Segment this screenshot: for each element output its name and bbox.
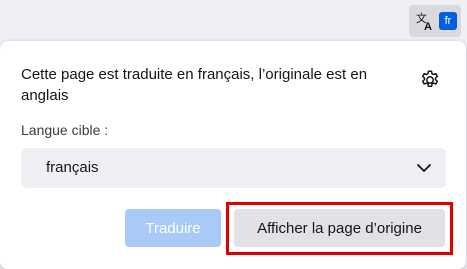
target-language-value: français [46,159,99,176]
translate-button[interactable]: Traduire [125,209,221,247]
translation-panel: Cette page est traduite en français, l’o… [0,41,466,269]
translation-status-message: Cette page est traduite en français, l’o… [21,66,368,104]
language-badge: fr [439,12,457,30]
svg-text:A: A [424,21,432,32]
target-language-label: Langue cible : [21,122,109,138]
target-language-select[interactable]: français [21,148,446,188]
translate-icon: 文 A [416,11,432,32]
gear-icon[interactable] [419,69,441,91]
translate-toolbar-button[interactable]: 文 A fr [409,5,461,37]
chevron-down-icon [417,164,431,172]
show-original-button[interactable]: Afficher la page d’origine [234,209,445,247]
